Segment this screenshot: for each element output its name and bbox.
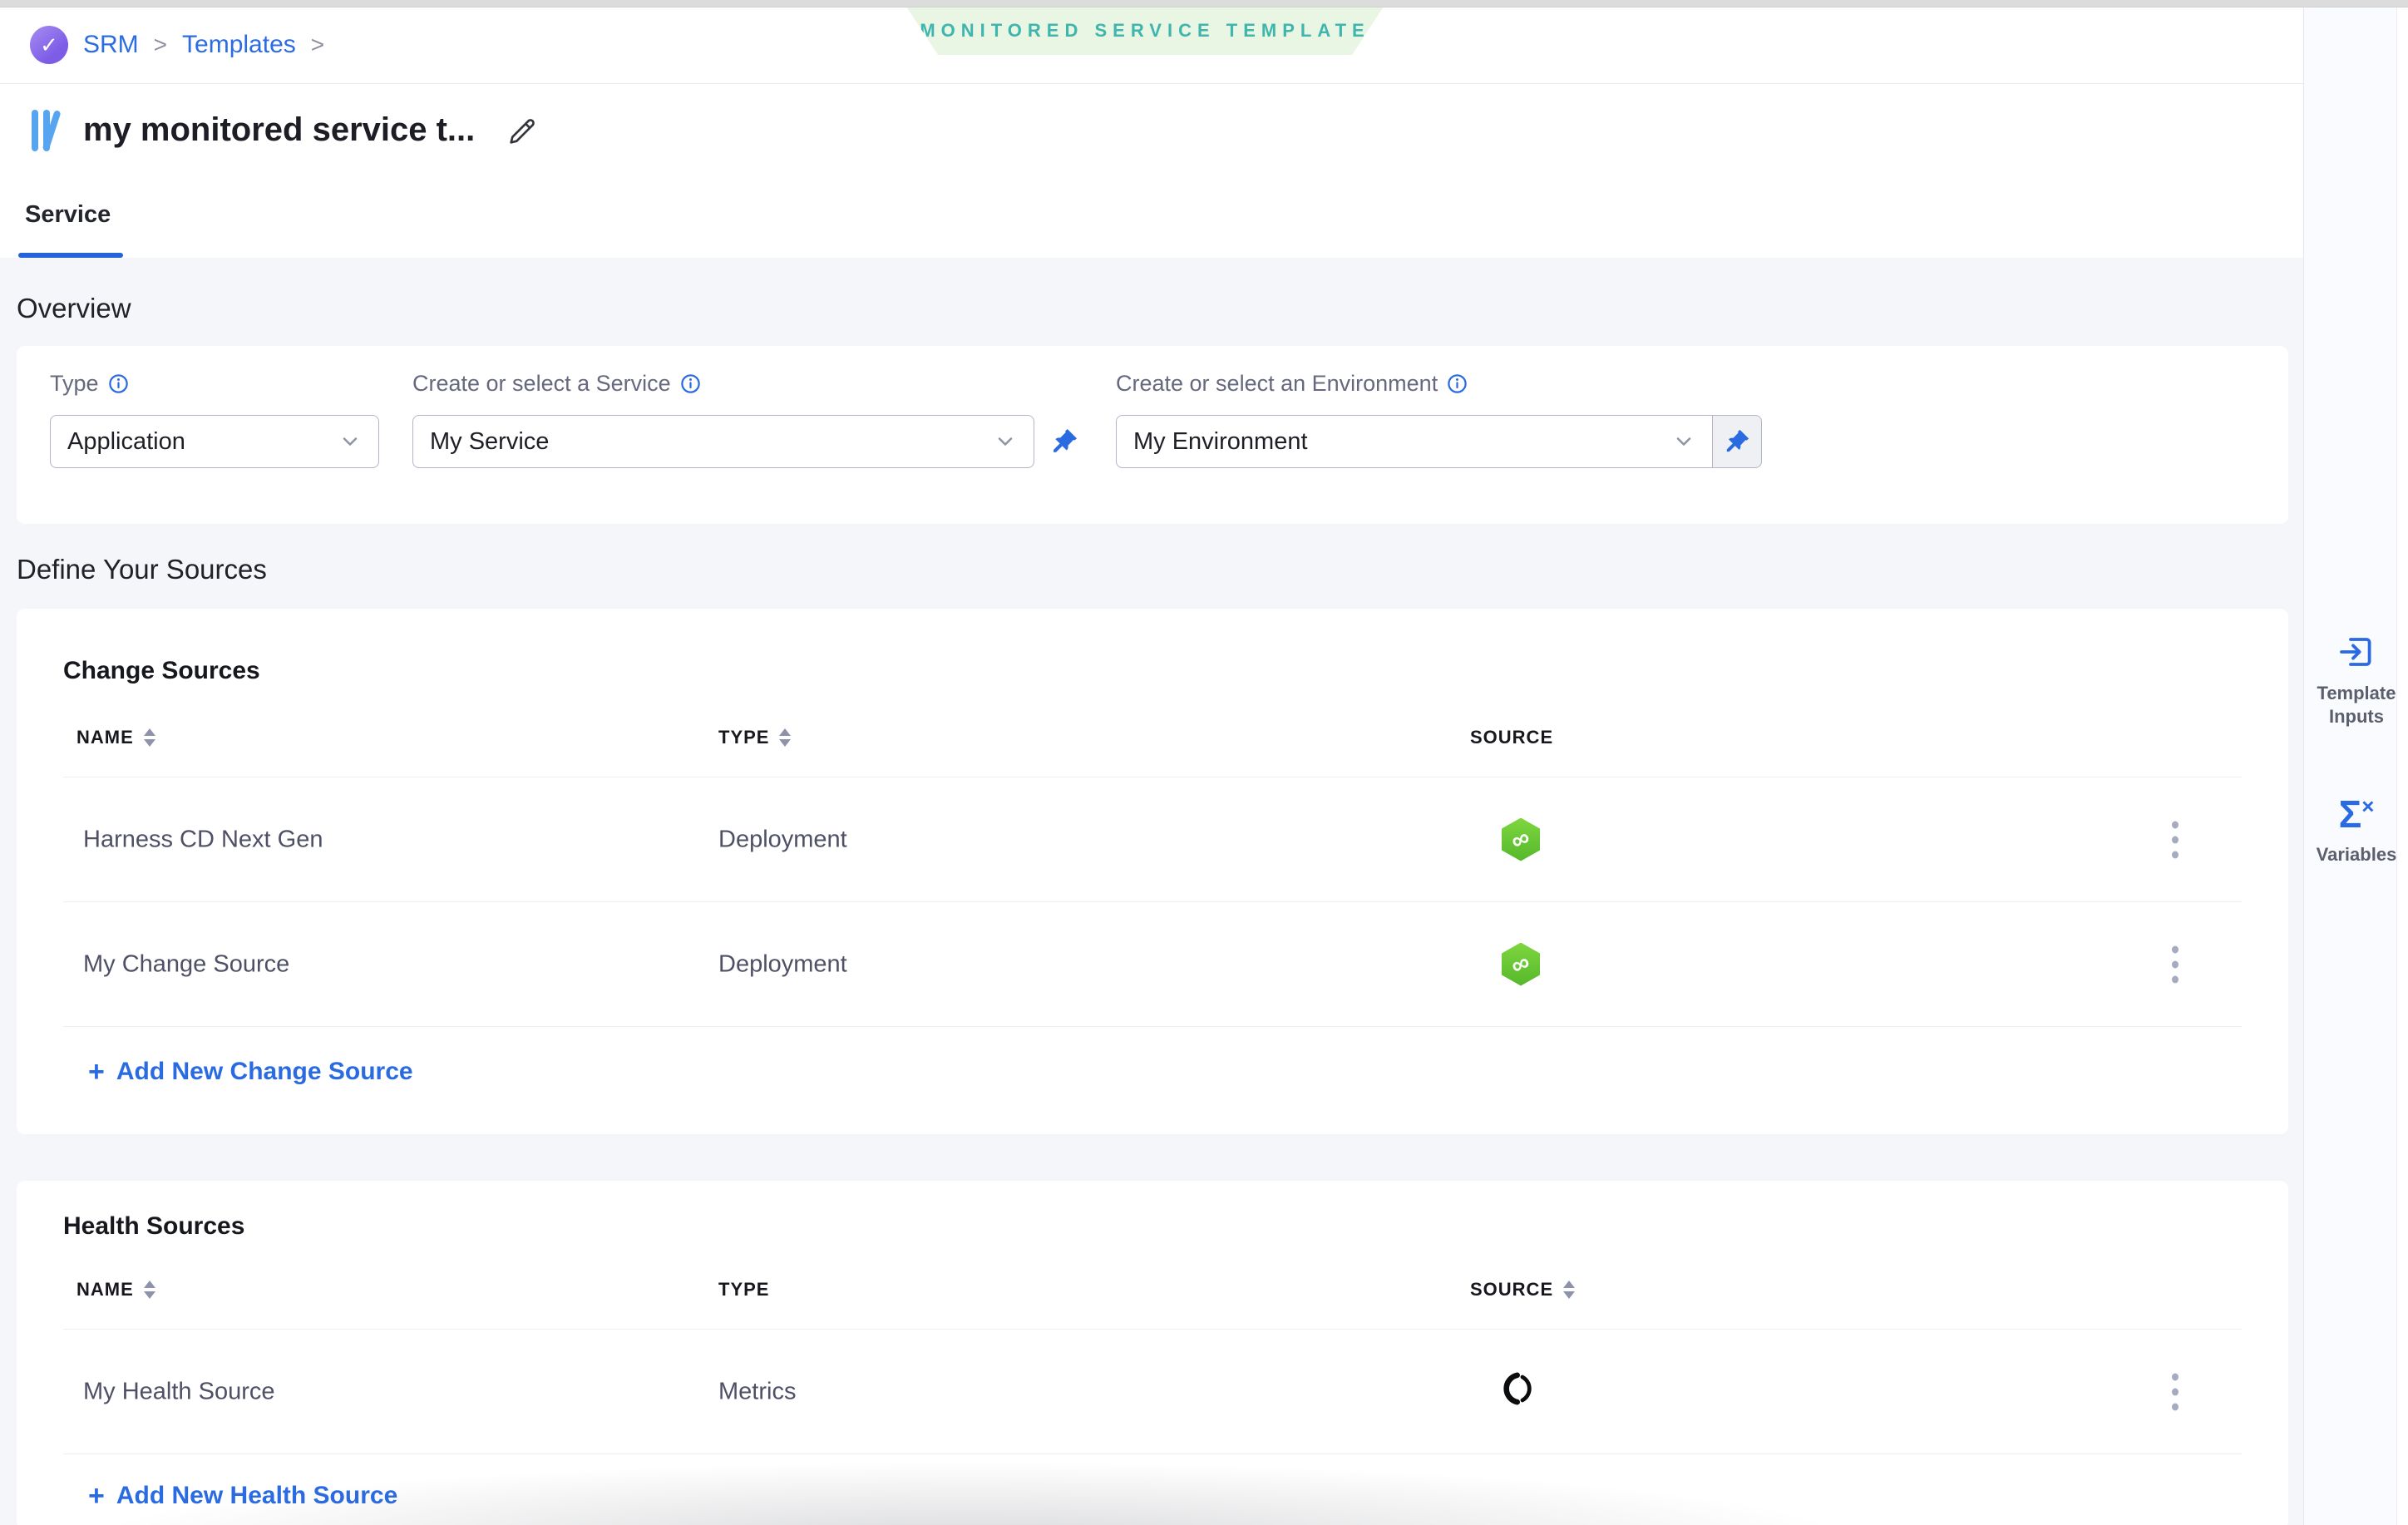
type-field: Type Application	[50, 371, 379, 468]
service-field: Create or select a Service My Service	[412, 371, 1079, 468]
breadcrumb-link-srm[interactable]: SRM	[83, 31, 139, 59]
monitored-service-template-badge: MONITORED SERVICE TEMPLATE	[906, 7, 1384, 55]
breadcrumb: ✓ SRM > Templates >	[30, 7, 324, 83]
info-icon[interactable]	[1446, 373, 1468, 395]
plus-icon: +	[88, 1482, 105, 1510]
change-source-row[interactable]: Harness CD Next Gen Deployment ∞	[17, 777, 2288, 901]
template-inputs-button[interactable]: Template Inputs	[2304, 632, 2408, 728]
badge-label: MONITORED SERVICE TEMPLATE	[920, 20, 1369, 42]
page-title: my monitored service t...	[83, 111, 475, 149]
column-header-source[interactable]: SOURCE	[1470, 727, 1553, 748]
plus-icon: +	[88, 1058, 105, 1086]
breadcrumb-separator: >	[311, 32, 324, 58]
pin-environment-icon[interactable]	[1713, 415, 1762, 468]
health-source-row[interactable]: My Health Source Metrics	[17, 1330, 2288, 1453]
overview-heading: Overview	[17, 293, 131, 324]
monitored-service-template-page: ✓ SRM > Templates > MONITORED SERVICE TE…	[0, 0, 2408, 1525]
define-sources-heading: Define Your Sources	[17, 554, 267, 585]
template-inputs-label: Template Inputs	[2304, 682, 2408, 728]
type-select[interactable]: Application	[50, 415, 379, 468]
service-field-label: Create or select a Service	[412, 371, 671, 397]
row-menu-kebab-icon[interactable]	[2167, 940, 2183, 988]
scrollbar-track[interactable]	[2396, 7, 2408, 1525]
health-sources-card: Health Sources NAME TYPE SOURCE My Healt…	[17, 1181, 2288, 1525]
title-bar: my monitored service t... 1.0 STABLE VIS…	[0, 83, 2303, 180]
add-new-health-source-button[interactable]: + Add New Health Source	[88, 1482, 397, 1510]
window-top-strip	[0, 0, 2408, 7]
change-sources-card: Change Sources NAME TYPE SOURCE Harness …	[17, 609, 2288, 1134]
variables-button[interactable]: Σ× Variables	[2304, 795, 2408, 866]
health-sources-table-header: NAME TYPE SOURCE	[17, 1279, 2288, 1312]
change-sources-heading: Change Sources	[63, 657, 260, 685]
breadcrumb-link-templates[interactable]: Templates	[182, 31, 296, 59]
service-tab-content: Overview Type Application Create or sele…	[0, 258, 2303, 1525]
sort-icon	[1563, 1281, 1575, 1299]
breadcrumb-separator: >	[154, 32, 167, 58]
variables-label: Variables	[2317, 843, 2397, 866]
row-name: Harness CD Next Gen	[83, 826, 323, 853]
template-inputs-icon	[2336, 632, 2376, 672]
column-header-type[interactable]: TYPE	[718, 1279, 769, 1300]
sort-icon	[144, 1281, 155, 1299]
harness-cd-icon: ∞	[1502, 943, 1540, 986]
tab-service[interactable]: Service	[25, 201, 111, 229]
overview-card: Type Application Create or select a Serv…	[17, 346, 2288, 524]
column-header-source[interactable]: SOURCE	[1470, 1279, 1575, 1300]
environment-select[interactable]: My Environment	[1116, 415, 1713, 468]
row-type: Deployment	[718, 950, 847, 978]
row-type: Deployment	[718, 826, 847, 853]
info-icon[interactable]	[679, 373, 702, 395]
health-sources-heading: Health Sources	[63, 1212, 244, 1241]
table-divider	[63, 1453, 2242, 1454]
srm-module-icon: ✓	[30, 26, 68, 64]
environment-field: Create or select an Environment My Envir…	[1116, 371, 1762, 468]
type-field-label: Type	[50, 371, 99, 397]
appdynamics-icon	[1502, 1370, 1538, 1407]
environment-field-label: Create or select an Environment	[1116, 371, 1438, 397]
right-rail: Template Inputs Σ× Variables	[2303, 7, 2408, 1525]
column-header-name[interactable]: NAME	[76, 727, 155, 748]
row-name: My Change Source	[83, 950, 289, 978]
template-library-icon	[30, 110, 76, 153]
info-icon[interactable]	[107, 373, 130, 395]
tab-bar: Service	[0, 180, 2303, 258]
column-header-name[interactable]: NAME	[76, 1279, 155, 1300]
variables-icon: Σ×	[2339, 795, 2375, 833]
table-divider	[63, 1026, 2242, 1027]
sort-icon	[779, 728, 791, 747]
sort-icon	[144, 728, 155, 747]
pin-service-icon[interactable]	[1049, 415, 1079, 468]
add-new-change-source-button[interactable]: + Add New Change Source	[88, 1058, 413, 1086]
change-sources-table-header: NAME TYPE SOURCE	[17, 727, 2288, 760]
row-menu-kebab-icon[interactable]	[2167, 816, 2183, 863]
chevron-down-icon	[1672, 430, 1695, 453]
change-source-row[interactable]: My Change Source Deployment ∞	[17, 902, 2288, 1026]
edit-pencil-icon[interactable]	[506, 115, 539, 148]
row-type: Metrics	[718, 1378, 796, 1405]
row-menu-kebab-icon[interactable]	[2167, 1368, 2183, 1415]
service-select[interactable]: My Service	[412, 415, 1034, 468]
row-name: My Health Source	[83, 1378, 275, 1405]
chevron-down-icon	[994, 430, 1017, 453]
chevron-down-icon	[338, 430, 362, 453]
column-header-type[interactable]: TYPE	[718, 727, 791, 748]
harness-cd-icon: ∞	[1502, 818, 1540, 861]
